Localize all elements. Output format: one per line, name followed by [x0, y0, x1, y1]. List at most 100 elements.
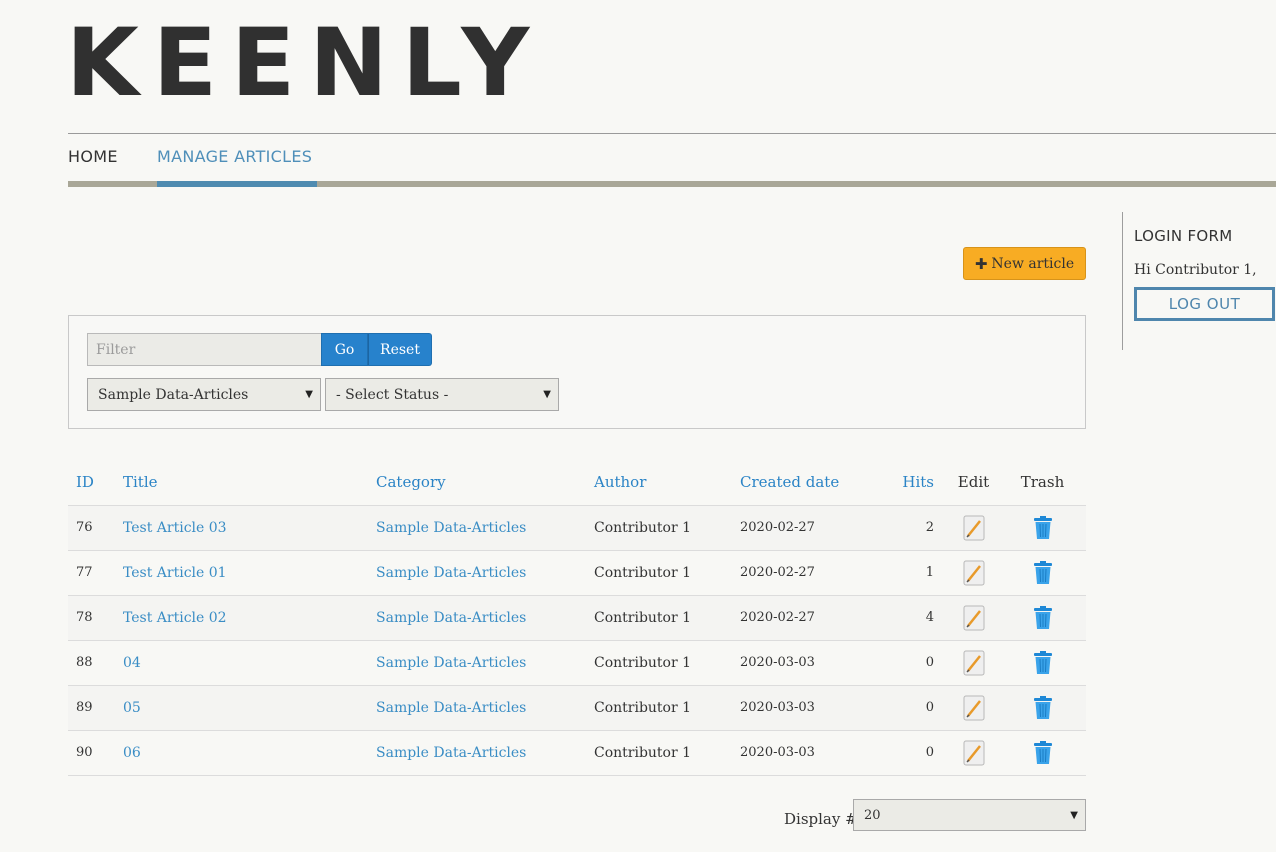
- trash-can-icon[interactable]: [1032, 740, 1054, 766]
- site-logo[interactable]: KEENLY: [66, 14, 543, 114]
- cell-created-date: 2020-02-27: [732, 505, 872, 551]
- cell-author: Contributor 1: [586, 685, 732, 731]
- display-count-value: 20: [864, 808, 881, 823]
- cell-edit: [948, 595, 999, 641]
- cell-id: 78: [68, 595, 115, 641]
- column-header-id[interactable]: ID: [68, 460, 115, 506]
- cell-hits: 0: [872, 685, 948, 731]
- table-row: 77 Test Article 01 Sample Data-Articles …: [68, 550, 1086, 596]
- plus-icon: ✚: [974, 254, 988, 273]
- cell-id: 88: [68, 640, 115, 686]
- table-row: 89 05 Sample Data-Articles Contributor 1…: [68, 685, 1086, 731]
- cell-trash: [999, 730, 1086, 776]
- pencil-edit-icon[interactable]: [963, 695, 985, 721]
- cell-hits: 1: [872, 550, 948, 596]
- login-form-title: LOGIN FORM: [1134, 227, 1233, 245]
- cell-category-link[interactable]: Sample Data-Articles: [368, 730, 586, 776]
- category-select-value: Sample Data-Articles: [98, 386, 249, 403]
- cell-hits: 0: [872, 730, 948, 776]
- cell-id: 76: [68, 505, 115, 551]
- cell-edit: [948, 550, 999, 596]
- cell-hits: 4: [872, 595, 948, 641]
- cell-title-link[interactable]: 05: [115, 685, 368, 731]
- nav-active-indicator: [157, 181, 317, 187]
- go-button[interactable]: Go: [321, 333, 368, 366]
- articles-table: ID Title Category Author Created date Hi…: [68, 460, 1086, 776]
- cell-hits: 2: [872, 505, 948, 551]
- cell-title-link[interactable]: 04: [115, 640, 368, 686]
- cell-edit: [948, 730, 999, 776]
- cell-trash: [999, 505, 1086, 551]
- pencil-edit-icon[interactable]: [963, 605, 985, 631]
- trash-can-icon[interactable]: [1032, 650, 1054, 676]
- cell-author: Contributor 1: [586, 550, 732, 596]
- pencil-edit-icon[interactable]: [963, 650, 985, 676]
- status-select[interactable]: - Select Status - ▼: [325, 378, 559, 411]
- cell-author: Contributor 1: [586, 730, 732, 776]
- column-header-edit: Edit: [948, 460, 999, 506]
- column-header-trash: Trash: [999, 460, 1086, 506]
- cell-author: Contributor 1: [586, 640, 732, 686]
- table-row: 90 06 Sample Data-Articles Contributor 1…: [68, 730, 1086, 776]
- filter-panel: Go Reset Sample Data-Articles ▼ - Select…: [68, 315, 1086, 429]
- column-header-hits[interactable]: Hits: [872, 460, 948, 506]
- cell-created-date: 2020-03-03: [732, 730, 872, 776]
- column-header-category[interactable]: Category: [368, 460, 586, 506]
- cell-trash: [999, 685, 1086, 731]
- trash-can-icon[interactable]: [1032, 695, 1054, 721]
- pencil-edit-icon[interactable]: [963, 515, 985, 541]
- trash-can-icon[interactable]: [1032, 605, 1054, 631]
- cell-trash: [999, 640, 1086, 686]
- table-header-row: ID Title Category Author Created date Hi…: [68, 460, 1086, 506]
- category-select[interactable]: Sample Data-Articles ▼: [87, 378, 321, 411]
- table-row: 76 Test Article 03 Sample Data-Articles …: [68, 505, 1086, 551]
- new-article-button[interactable]: ✚ New article: [963, 247, 1086, 280]
- status-select-value: - Select Status -: [336, 386, 449, 403]
- cell-title-link[interactable]: Test Article 03: [115, 505, 368, 551]
- cell-hits: 0: [872, 640, 948, 686]
- triangle-down-icon: ▼: [1070, 810, 1078, 821]
- cell-created-date: 2020-03-03: [732, 640, 872, 686]
- pencil-edit-icon[interactable]: [963, 740, 985, 766]
- cell-edit: [948, 640, 999, 686]
- cell-category-link[interactable]: Sample Data-Articles: [368, 685, 586, 731]
- main-nav: HOME MANAGE ARTICLES: [68, 133, 1276, 188]
- cell-id: 90: [68, 730, 115, 776]
- trash-can-icon[interactable]: [1032, 560, 1054, 586]
- cell-edit: [948, 505, 999, 551]
- user-greeting: Hi Contributor 1,: [1134, 262, 1257, 278]
- logout-button[interactable]: LOG OUT: [1134, 287, 1275, 321]
- display-count-select[interactable]: 20 ▼: [853, 799, 1086, 831]
- cell-edit: [948, 685, 999, 731]
- cell-created-date: 2020-02-27: [732, 550, 872, 596]
- cell-created-date: 2020-02-27: [732, 595, 872, 641]
- filter-search-input[interactable]: [87, 333, 321, 366]
- cell-category-link[interactable]: Sample Data-Articles: [368, 640, 586, 686]
- trash-can-icon[interactable]: [1032, 515, 1054, 541]
- column-header-created-date[interactable]: Created date: [732, 460, 872, 506]
- cell-id: 89: [68, 685, 115, 731]
- table-row: 88 04 Sample Data-Articles Contributor 1…: [68, 640, 1086, 686]
- cell-title-link[interactable]: Test Article 02: [115, 595, 368, 641]
- cell-author: Contributor 1: [586, 595, 732, 641]
- cell-id: 77: [68, 550, 115, 596]
- cell-category-link[interactable]: Sample Data-Articles: [368, 505, 586, 551]
- cell-trash: [999, 550, 1086, 596]
- column-header-author[interactable]: Author: [586, 460, 732, 506]
- reset-button[interactable]: Reset: [368, 333, 432, 366]
- column-header-title[interactable]: Title: [115, 460, 368, 506]
- pencil-edit-icon[interactable]: [963, 560, 985, 586]
- cell-title-link[interactable]: 06: [115, 730, 368, 776]
- cell-category-link[interactable]: Sample Data-Articles: [368, 595, 586, 641]
- new-article-label: New article: [991, 255, 1075, 272]
- sidebar-divider: [1122, 212, 1123, 350]
- display-count-label: Display #: [784, 810, 858, 828]
- nav-item-manage-articles[interactable]: MANAGE ARTICLES: [157, 147, 312, 166]
- cell-title-link[interactable]: Test Article 01: [115, 550, 368, 596]
- triangle-down-icon: ▼: [543, 389, 551, 400]
- cell-category-link[interactable]: Sample Data-Articles: [368, 550, 586, 596]
- nav-item-home[interactable]: HOME: [68, 147, 118, 166]
- triangle-down-icon: ▼: [305, 389, 313, 400]
- cell-trash: [999, 595, 1086, 641]
- table-row: 78 Test Article 02 Sample Data-Articles …: [68, 595, 1086, 641]
